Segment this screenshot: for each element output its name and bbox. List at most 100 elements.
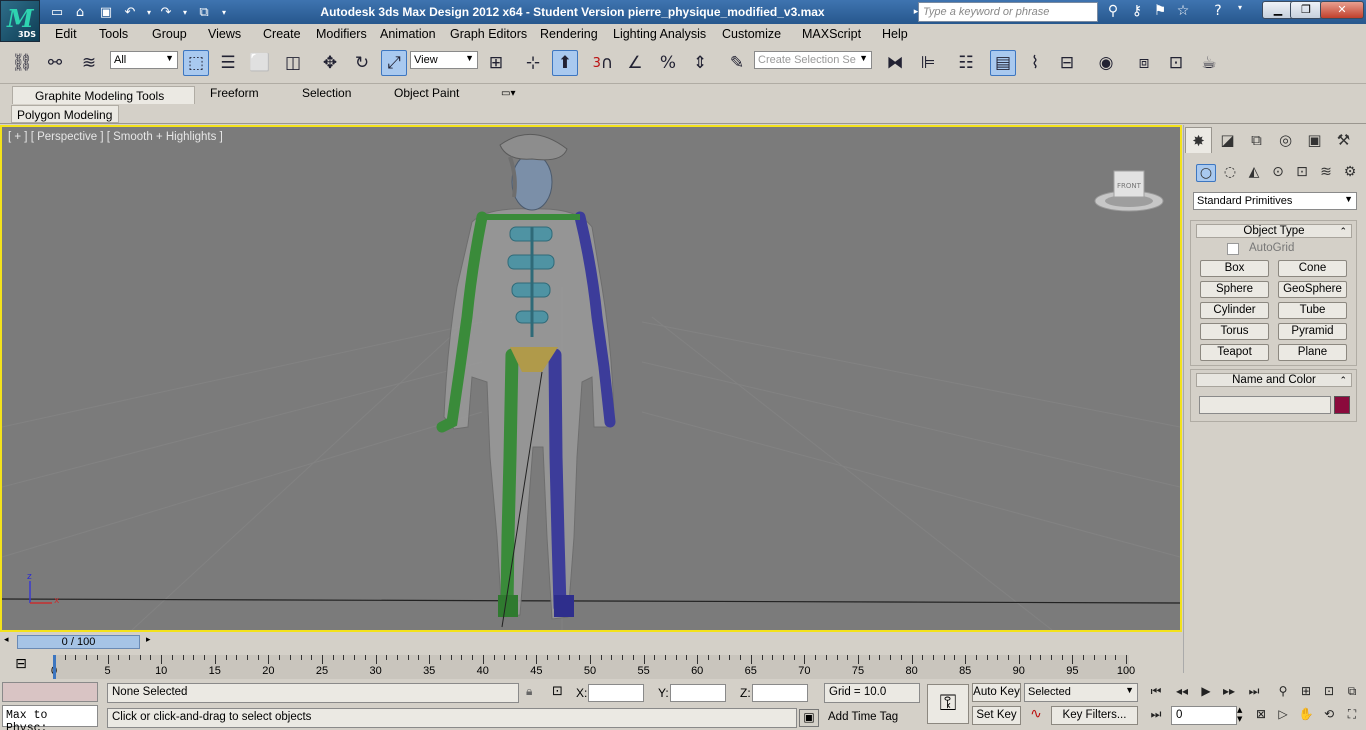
favorites-star-icon[interactable]: ☆ <box>1173 3 1193 21</box>
lights-icon[interactable]: ◭ <box>1244 164 1264 182</box>
geosphere-button[interactable]: GeoSphere <box>1278 281 1347 298</box>
reference-coordinate-dropdown[interactable]: View ▼ <box>410 51 478 69</box>
project-folder-icon[interactable]: ⧉ <box>194 3 214 21</box>
pyramid-button[interactable]: Pyramid <box>1278 323 1347 340</box>
cylinder-button[interactable]: Cylinder <box>1200 302 1269 319</box>
menu-animation[interactable]: Animation <box>380 27 436 41</box>
schematic-view-icon[interactable]: ⊟ <box>1054 50 1080 76</box>
curve-editor-icon[interactable]: ⌇ <box>1022 50 1048 76</box>
mirror-icon[interactable]: ⧓ <box>882 50 908 76</box>
field-of-view-icon[interactable]: ▷ <box>1273 707 1293 725</box>
time-slider-next-icon[interactable]: ▸ <box>146 635 151 645</box>
search-input[interactable]: Type a keyword or phrase <box>918 2 1098 22</box>
new-file-icon[interactable]: ▭ <box>47 3 67 21</box>
track-bar-ruler[interactable]: 0510152025303540455055606570758085909510… <box>51 655 1135 679</box>
object-type-rollout-header[interactable]: Object Type ⌃ <box>1196 224 1352 238</box>
rendered-frame-window-icon[interactable]: ⊡ <box>1163 50 1189 76</box>
pan-view-icon[interactable]: ✋ <box>1296 707 1316 725</box>
edit-named-selection-sets-icon[interactable]: ✎ <box>724 50 750 76</box>
keyboard-shortcut-override-icon[interactable]: ⬆ <box>552 50 578 76</box>
tab-graphite-modeling-tools[interactable]: Graphite Modeling Tools <box>12 86 195 105</box>
help-dropdown-icon[interactable]: ▾ <box>1230 3 1250 21</box>
tab-freeform[interactable]: Freeform <box>210 86 259 100</box>
help-icon[interactable]: ? <box>1208 3 1228 21</box>
manage-layers-icon[interactable]: ☷ <box>953 50 979 76</box>
save-file-icon[interactable]: ▣ <box>96 3 116 21</box>
cone-button[interactable]: Cone <box>1278 260 1347 277</box>
unlink-selection-icon[interactable]: ⚯ <box>42 50 68 76</box>
systems-icon[interactable]: ⚙ <box>1340 164 1360 182</box>
add-time-tag[interactable]: Add Time Tag <box>828 711 898 723</box>
use-pivot-center-icon[interactable]: ⊞ <box>483 50 509 76</box>
selection-lock-icon[interactable]: 🔒︎ <box>526 684 532 699</box>
go-to-start-icon[interactable]: ⏮ <box>1146 684 1166 702</box>
polygon-modeling-panel[interactable]: Polygon Modeling <box>11 105 119 123</box>
material-editor-icon[interactable]: ◉ <box>1093 50 1119 76</box>
named-selection-sets-dropdown[interactable]: Create Selection Se ▼ <box>754 51 872 69</box>
current-frame-field[interactable]: 0 <box>1171 706 1237 725</box>
select-by-name-icon[interactable]: ☰ <box>215 50 241 76</box>
torus-button[interactable]: Torus <box>1200 323 1269 340</box>
space-warps-icon[interactable]: ≋ <box>1316 164 1336 182</box>
maxscript-mini-listener-macro[interactable] <box>2 682 98 702</box>
key-mode-dropdown[interactable]: Selected ▼ <box>1024 683 1138 702</box>
set-key-button[interactable]: Set Key <box>972 706 1021 725</box>
geometry-icon[interactable]: ○ <box>1196 164 1216 182</box>
open-mini-curve-editor-icon[interactable]: ⊟ <box>10 656 32 676</box>
render-setup-icon[interactable]: ⧈ <box>1131 50 1157 76</box>
menu-rendering[interactable]: Rendering <box>540 27 598 41</box>
open-file-icon[interactable]: ⌂ <box>70 3 90 21</box>
select-object-icon[interactable]: ⬚ <box>183 50 209 76</box>
create-tab-icon[interactable]: ✸ <box>1185 127 1212 153</box>
window-crossing-icon[interactable]: ◫ <box>280 50 306 76</box>
previous-frame-icon[interactable]: ◂◂ <box>1172 684 1192 702</box>
character-model[interactable] <box>436 133 616 628</box>
perspective-viewport[interactable]: z x [ + ] [ Perspective ] [ Smooth + Hig… <box>0 125 1182 632</box>
time-configuration-icon[interactable]: ⊠ <box>1251 707 1271 725</box>
percent-snap-icon[interactable]: % <box>655 50 681 76</box>
graphite-modeling-toggle-icon[interactable]: ▤ <box>990 50 1016 76</box>
tab-selection[interactable]: Selection <box>302 86 351 100</box>
selection-filter-dropdown[interactable]: All ▼ <box>110 51 178 69</box>
zoom-all-icon[interactable]: ⊞ <box>1296 684 1316 702</box>
hierarchy-tab-icon[interactable]: ⧉ <box>1243 127 1270 153</box>
time-slider[interactable]: 0 / 100 <box>17 635 140 649</box>
maximize-viewport-toggle-icon[interactable]: ⛶ <box>1342 707 1362 725</box>
utilities-tab-icon[interactable]: ⚒ <box>1330 127 1357 153</box>
binoculars-icon[interactable]: ⚲ <box>1103 3 1123 21</box>
menu-tools[interactable]: Tools <box>99 27 128 41</box>
y-coordinate-field[interactable] <box>670 684 726 702</box>
restore-button[interactable]: ❐ <box>1290 1 1322 19</box>
select-and-rotate-icon[interactable]: ↻ <box>349 50 375 76</box>
viewport-label[interactable]: [ + ] [ Perspective ] [ Smooth + Highlig… <box>8 131 223 143</box>
frame-spinner-icon[interactable]: ▲ ▼ <box>1237 706 1247 725</box>
modify-tab-icon[interactable]: ◪ <box>1214 127 1241 153</box>
name-and-color-rollout-header[interactable]: Name and Color ⌃ <box>1196 373 1352 387</box>
autogrid-checkbox[interactable] <box>1227 243 1239 255</box>
spinner-snap-icon[interactable]: ⇕ <box>687 50 713 76</box>
auto-key-button[interactable]: Auto Key <box>972 683 1021 702</box>
menu-graph-editors[interactable]: Graph Editors <box>450 27 527 41</box>
menu-maxscript[interactable]: MAXScript <box>802 27 861 41</box>
select-and-link-icon[interactable]: ⛓ <box>9 50 35 76</box>
rectangular-selection-region-icon[interactable]: ⬜ <box>247 50 273 76</box>
next-frame-icon[interactable]: ▸▸ <box>1219 684 1239 702</box>
set-keys-key-icon[interactable]: ⚿ <box>927 684 969 724</box>
tab-object-paint[interactable]: Object Paint <box>394 86 459 100</box>
zoom-icon[interactable]: ⚲ <box>1273 684 1293 702</box>
select-and-manipulate-icon[interactable]: ⊹ <box>520 50 546 76</box>
object-color-swatch[interactable] <box>1334 396 1350 414</box>
key-filters-button[interactable]: Key Filters... <box>1051 706 1138 725</box>
select-and-move-icon[interactable]: ✥ <box>317 50 343 76</box>
select-and-scale-icon[interactable]: ⤢ <box>381 50 407 76</box>
subscription-key-icon[interactable]: ⚷ <box>1127 3 1147 21</box>
tube-button[interactable]: Tube <box>1278 302 1347 319</box>
application-button[interactable]: M 3DS <box>0 0 40 42</box>
render-production-teapot-icon[interactable]: ☕ <box>1196 50 1222 76</box>
helpers-icon[interactable]: ⊡ <box>1292 164 1312 182</box>
object-name-field[interactable] <box>1199 396 1331 414</box>
menu-help[interactable]: Help <box>882 27 908 41</box>
motion-tab-icon[interactable]: ◎ <box>1272 127 1299 153</box>
x-coordinate-field[interactable] <box>588 684 644 702</box>
zoom-extents-all-icon[interactable]: ⧉ <box>1342 684 1362 702</box>
